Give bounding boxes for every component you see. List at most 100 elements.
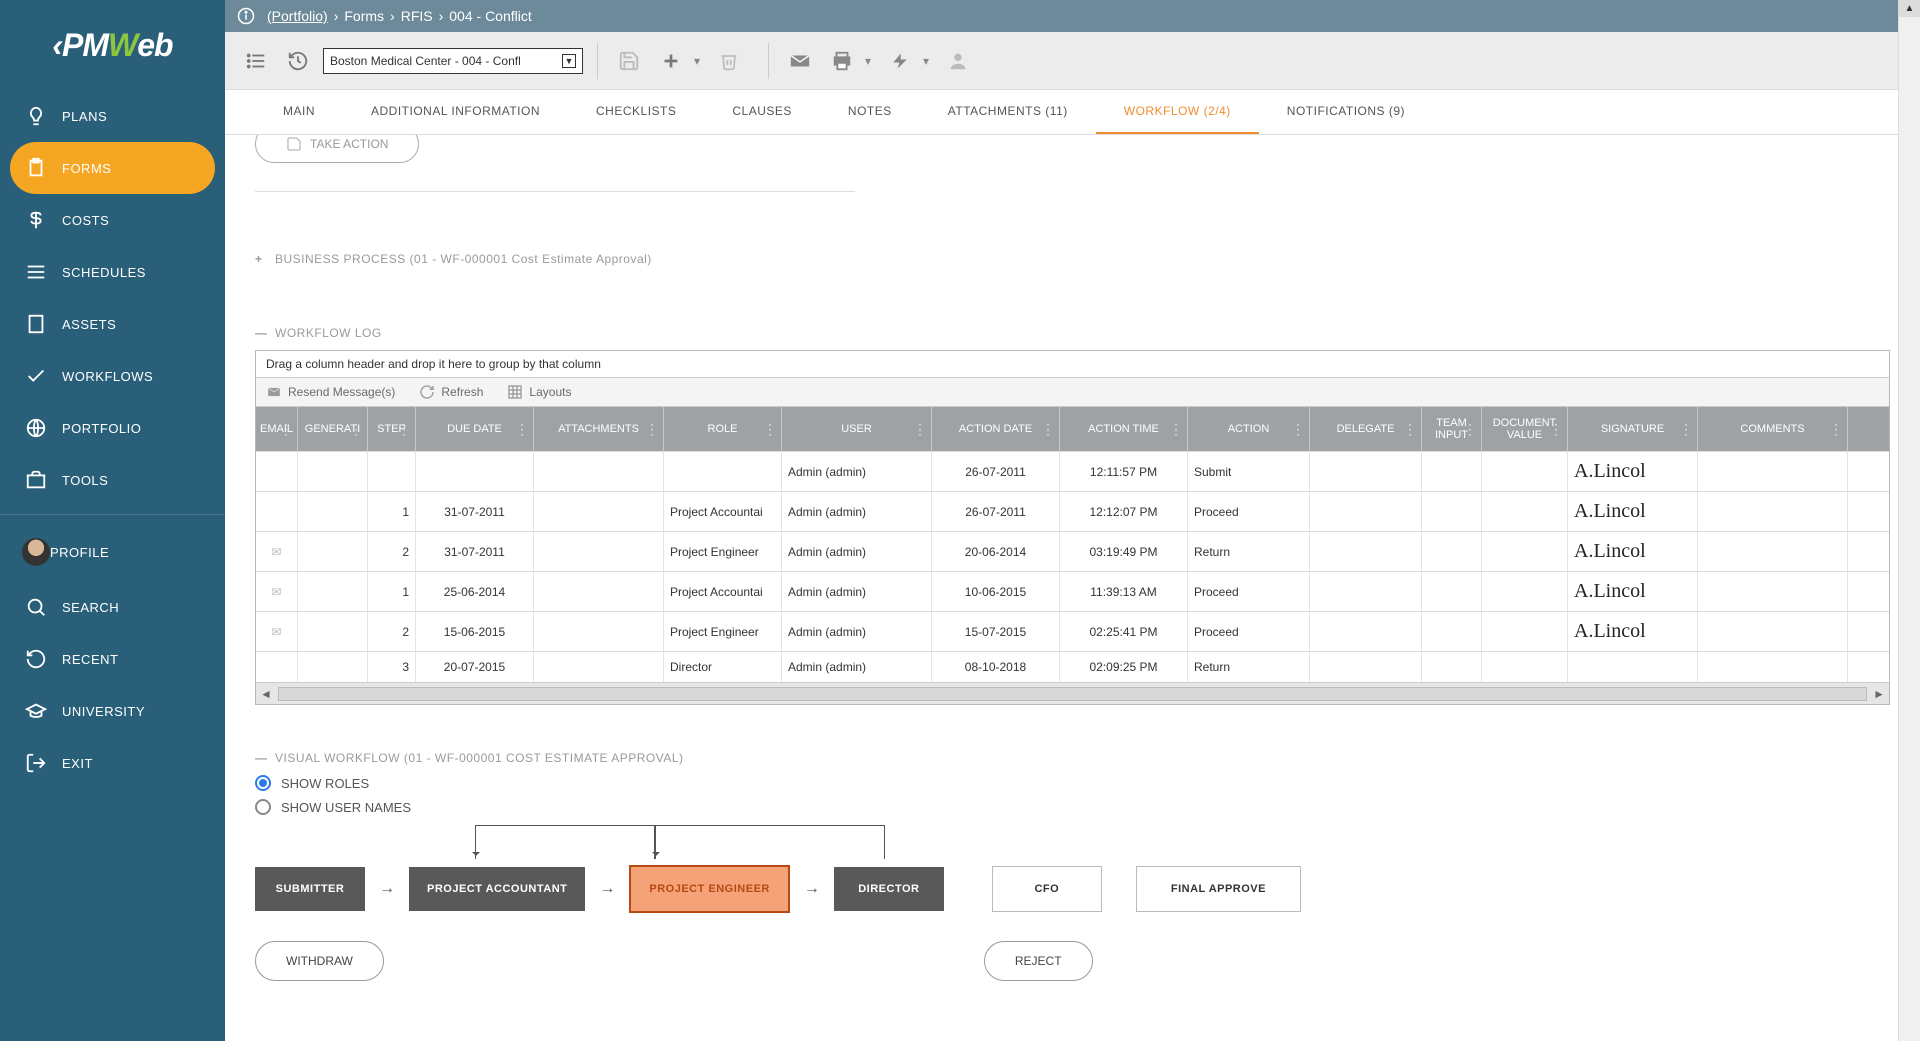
scroll-left-icon[interactable]: ◄	[260, 687, 272, 701]
table-row[interactable]: 131-07-2011Project AccountaiAdmin (admin…	[256, 491, 1889, 531]
delete-icon[interactable]	[712, 44, 746, 78]
group-drop-zone[interactable]: Drag a column header and drop it here to…	[256, 351, 1889, 378]
scroll-right-icon[interactable]: ►	[1873, 687, 1885, 701]
breadcrumb-root[interactable]: (Portfolio)	[267, 8, 328, 24]
column-header[interactable]: SIGNATURE⋮	[1568, 407, 1698, 451]
kebab-icon[interactable]: ⋮	[913, 426, 927, 432]
breadcrumb-forms[interactable]: Forms	[344, 8, 384, 24]
sidebar-item-costs[interactable]: COSTS	[0, 194, 225, 246]
tab-attachments-11-[interactable]: ATTACHMENTS (11)	[920, 90, 1096, 134]
visual-workflow-header[interactable]: — VISUAL WORKFLOW (01 - WF-000001 COST E…	[255, 751, 1890, 765]
breadcrumb: (Portfolio) ›Forms ›RFIS ›004 - Conflict	[225, 0, 1920, 32]
save-icon[interactable]	[612, 44, 646, 78]
table-row[interactable]: ✉215-06-2015Project EngineerAdmin (admin…	[256, 611, 1889, 651]
wf-director[interactable]: DIRECTOR	[834, 867, 944, 911]
kebab-icon[interactable]: ⋮	[1549, 426, 1563, 432]
record-selector[interactable]: Boston Medical Center - 004 - Confl ▼	[323, 48, 583, 74]
column-header[interactable]: USER⋮	[782, 407, 932, 451]
wf-cfo[interactable]: CFO	[992, 866, 1102, 912]
history-icon	[22, 648, 50, 670]
sidebar-item-recent[interactable]: RECENT	[0, 633, 225, 685]
wf-submitter[interactable]: SUBMITTER	[255, 867, 365, 911]
column-header[interactable]: DOCUMENT VALUE⋮	[1482, 407, 1568, 451]
kebab-icon[interactable]: ⋮	[1463, 426, 1477, 432]
column-header[interactable]: ROLE⋮	[664, 407, 782, 451]
email-icon[interactable]	[783, 44, 817, 78]
kebab-icon[interactable]: ⋮	[349, 426, 363, 432]
layouts-button[interactable]: Layouts	[507, 384, 571, 400]
tab-workflow-2-4-[interactable]: WORKFLOW (2/4)	[1096, 90, 1259, 134]
wf-engineer[interactable]: PROJECT ENGINEER	[629, 865, 789, 913]
withdraw-button[interactable]: WITHDRAW	[255, 941, 384, 981]
bolt-icon[interactable]	[883, 44, 917, 78]
sidebar-item-forms[interactable]: FORMS	[10, 142, 215, 194]
kebab-icon[interactable]: ⋮	[763, 426, 777, 432]
reject-button[interactable]: REJECT	[984, 941, 1093, 981]
history-icon[interactable]	[281, 44, 315, 78]
sidebar-item-portfolio[interactable]: PORTFOLIO	[0, 402, 225, 454]
tab-checklists[interactable]: CHECKLISTS	[568, 90, 704, 134]
kebab-icon[interactable]: ⋮	[1403, 426, 1417, 432]
column-header[interactable]: ATTACHMENTS⋮	[534, 407, 664, 451]
column-header[interactable]: EMAIL⋮	[256, 407, 298, 451]
column-header[interactable]: ACTION TIME⋮	[1060, 407, 1188, 451]
tab-notes[interactable]: NOTES	[820, 90, 920, 134]
refresh-button[interactable]: Refresh	[419, 384, 483, 400]
sidebar-item-plans[interactable]: PLANS	[0, 90, 225, 142]
kebab-icon[interactable]: ⋮	[515, 426, 529, 432]
kebab-icon[interactable]: ⋮	[645, 426, 659, 432]
workflow-log-header[interactable]: — WORKFLOW LOG	[255, 326, 1890, 340]
table-row[interactable]: ✉231-07-2011Project EngineerAdmin (admin…	[256, 531, 1889, 571]
bolt-dropdown-icon[interactable]: ▾	[919, 44, 933, 78]
show-users-radio[interactable]: SHOW USER NAMES	[255, 799, 1890, 815]
table-row[interactable]: ✉125-06-2014Project AccountaiAdmin (admi…	[256, 571, 1889, 611]
column-header[interactable]: DELEGATE⋮	[1310, 407, 1422, 451]
kebab-icon[interactable]: ⋮	[1041, 426, 1055, 432]
tab-clauses[interactable]: CLAUSES	[704, 90, 820, 134]
show-roles-radio[interactable]: SHOW ROLES	[255, 775, 1890, 791]
list-icon[interactable]	[239, 44, 273, 78]
sidebar-item-workflows[interactable]: WORKFLOWS	[0, 350, 225, 402]
kebab-icon[interactable]: ⋮	[1169, 426, 1183, 432]
sidebar-item-assets[interactable]: ASSETS	[0, 298, 225, 350]
tab-main[interactable]: MAIN	[255, 90, 343, 134]
wf-final-approve[interactable]: FINAL APPROVE	[1136, 866, 1301, 912]
wf-accountant[interactable]: PROJECT ACCOUNTANT	[409, 867, 585, 911]
resend-button[interactable]: Resend Message(s)	[266, 385, 395, 399]
sidebar-item-exit[interactable]: EXIT	[0, 737, 225, 789]
column-header[interactable]: STEP⋮	[368, 407, 416, 451]
sidebar-item-search[interactable]: SEARCH	[0, 581, 225, 633]
breadcrumb-rfis[interactable]: RFIS	[401, 8, 433, 24]
add-dropdown-icon[interactable]: ▾	[690, 44, 704, 78]
sidebar-item-schedules[interactable]: SCHEDULES	[0, 246, 225, 298]
print-dropdown-icon[interactable]: ▾	[861, 44, 875, 78]
horizontal-scrollbar[interactable]: ◄ ►	[256, 682, 1889, 704]
sidebar-item-university[interactable]: UNIVERSITY	[0, 685, 225, 737]
tab-additional-information[interactable]: ADDITIONAL INFORMATION	[343, 90, 568, 134]
scroll-up-icon[interactable]: ▲	[1899, 0, 1920, 17]
kebab-icon[interactable]: ⋮	[1679, 426, 1693, 432]
person-icon[interactable]	[941, 44, 975, 78]
column-header[interactable]: GENERATI⋮	[298, 407, 368, 451]
tab-notifications-9-[interactable]: NOTIFICATIONS (9)	[1259, 90, 1433, 134]
workflow-content: TAKE ACTION + BUSINESS PROCESS (01 - WF-…	[225, 135, 1920, 1041]
column-header[interactable]: TEAM INPUT⋮	[1422, 407, 1482, 451]
print-icon[interactable]	[825, 44, 859, 78]
column-header[interactable]: ACTION DATE⋮	[932, 407, 1060, 451]
column-header[interactable]: DUE DATE⋮	[416, 407, 534, 451]
kebab-icon[interactable]: ⋮	[1291, 426, 1305, 432]
sidebar-item-tools[interactable]: TOOLS	[0, 454, 225, 506]
kebab-icon[interactable]: ⋮	[1829, 426, 1843, 432]
kebab-icon[interactable]: ⋮	[397, 426, 411, 432]
table-row[interactable]: Admin (admin)26-07-201112:11:57 PMSubmit…	[256, 451, 1889, 491]
vertical-scrollbar[interactable]: ▲	[1898, 0, 1920, 1041]
sidebar-item-profile[interactable]: PROFILE	[0, 523, 225, 581]
take-action-button[interactable]: TAKE ACTION	[255, 135, 419, 163]
add-icon[interactable]	[654, 44, 688, 78]
business-process-header[interactable]: + BUSINESS PROCESS (01 - WF-000001 Cost …	[255, 252, 1890, 266]
column-header[interactable]: COMMENTS⋮	[1698, 407, 1848, 451]
kebab-icon[interactable]: ⋮	[279, 426, 293, 432]
table-row[interactable]: 320-07-2015DirectorAdmin (admin)08-10-20…	[256, 651, 1889, 682]
info-icon[interactable]	[237, 7, 255, 25]
column-header[interactable]: ACTION⋮	[1188, 407, 1310, 451]
